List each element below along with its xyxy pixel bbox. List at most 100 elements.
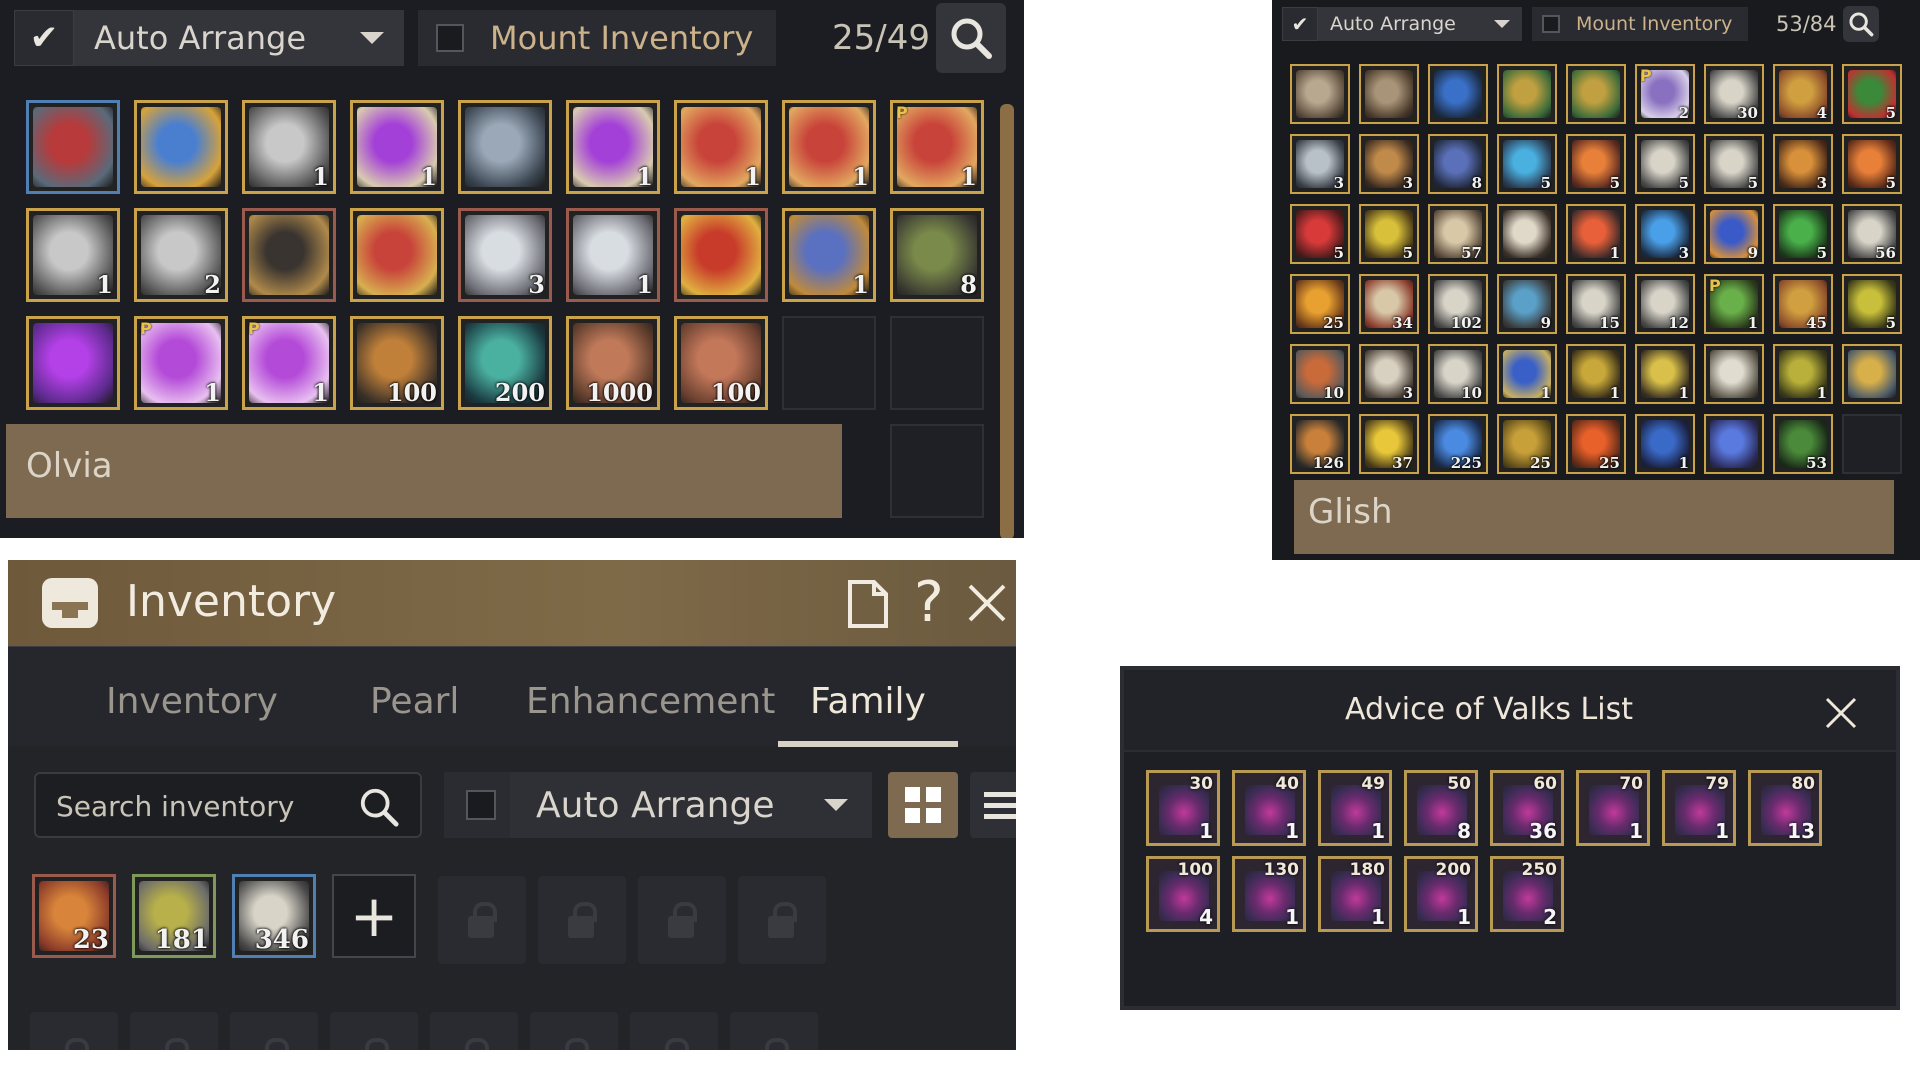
item-slot[interactable]: 30 xyxy=(1704,64,1764,124)
item-slot[interactable]: 4 xyxy=(1773,64,1833,124)
locked-slot[interactable] xyxy=(638,876,726,964)
valks-scroll-slot[interactable]: 40 1 xyxy=(1232,770,1306,846)
item-slot[interactable]: 5 xyxy=(1635,134,1695,194)
item-slot[interactable]: 5 xyxy=(1566,134,1626,194)
valks-scroll-slot[interactable]: 200 1 xyxy=(1404,856,1478,932)
locked-slot[interactable] xyxy=(738,876,826,964)
item-slot[interactable]: 8 xyxy=(890,208,984,302)
tab-pearl[interactable]: Pearl xyxy=(370,681,459,722)
locked-slot[interactable] xyxy=(330,1012,418,1050)
item-slot[interactable]: 3 xyxy=(1359,344,1419,404)
item-slot[interactable] xyxy=(1842,344,1902,404)
item-slot[interactable]: 25 xyxy=(1497,414,1557,474)
item-slot[interactable]: 1 xyxy=(782,100,876,194)
item-slot[interactable]: 5 xyxy=(1842,64,1902,124)
mount-inventory-toggle[interactable]: Mount Inventory xyxy=(1532,7,1748,41)
valks-scroll-slot[interactable]: 180 1 xyxy=(1318,856,1392,932)
item-slot[interactable]: 102 xyxy=(1428,274,1488,334)
document-icon[interactable] xyxy=(846,580,890,628)
locked-slot[interactable] xyxy=(438,876,526,964)
close-icon[interactable] xyxy=(1824,696,1858,730)
locked-slot[interactable] xyxy=(538,876,626,964)
item-slot[interactable]: 1 xyxy=(1497,344,1557,404)
item-slot[interactable]: P1 xyxy=(890,100,984,194)
item-slot[interactable]: 3 xyxy=(1290,134,1350,194)
item-slot[interactable] xyxy=(1290,64,1350,124)
locked-slot[interactable] xyxy=(530,1012,618,1050)
window-title-bar[interactable]: Inventory ? xyxy=(8,560,1016,646)
item-slot[interactable]: 10 xyxy=(1428,344,1488,404)
item-slot[interactable]: P1 xyxy=(134,316,228,410)
auto-arrange-dropdown[interactable]: Auto Arrange xyxy=(74,10,404,66)
locked-slot[interactable] xyxy=(130,1012,218,1050)
mount-inventory-checkbox[interactable] xyxy=(436,24,464,52)
item-slot[interactable]: 25 xyxy=(1566,414,1626,474)
item-slot[interactable] xyxy=(1566,64,1626,124)
item-slot[interactable] xyxy=(1704,344,1764,404)
search-button[interactable] xyxy=(935,3,1006,73)
item-slot[interactable]: P2 xyxy=(1635,64,1695,124)
empty-slot[interactable] xyxy=(890,424,984,518)
locked-slot[interactable] xyxy=(730,1012,818,1050)
item-slot[interactable]: 5 xyxy=(1704,134,1764,194)
search-input[interactable]: Search inventory xyxy=(56,790,294,823)
add-slot-button[interactable]: + xyxy=(332,874,416,958)
tab-inventory[interactable]: Inventory xyxy=(106,681,278,722)
item-slot[interactable] xyxy=(26,100,120,194)
grid-view-button[interactable] xyxy=(888,772,958,838)
item-slot[interactable]: 53 xyxy=(1773,414,1833,474)
locked-slot[interactable] xyxy=(230,1012,318,1050)
locked-slot[interactable] xyxy=(630,1012,718,1050)
item-slot[interactable]: P1 xyxy=(242,316,336,410)
item-slot[interactable]: 8 xyxy=(1428,134,1488,194)
valks-scroll-slot[interactable]: 79 1 xyxy=(1662,770,1736,846)
item-slot[interactable]: 57 xyxy=(1428,204,1488,264)
item-slot[interactable]: 225 xyxy=(1428,414,1488,474)
item-slot[interactable] xyxy=(458,100,552,194)
mount-inventory-toggle[interactable]: Mount Inventory xyxy=(418,10,776,66)
item-slot[interactable]: 15 xyxy=(1566,274,1626,334)
item-slot[interactable]: 1 xyxy=(1773,344,1833,404)
item-slot[interactable] xyxy=(26,316,120,410)
valks-scroll-slot[interactable]: 30 1 xyxy=(1146,770,1220,846)
item-slot[interactable]: 1 xyxy=(566,208,660,302)
search-button[interactable] xyxy=(1842,6,1879,42)
item-slot[interactable]: 1 xyxy=(782,208,876,302)
item-slot[interactable]: 2 xyxy=(134,208,228,302)
item-slot[interactable] xyxy=(1704,414,1764,474)
valks-scroll-slot[interactable]: 49 1 xyxy=(1318,770,1392,846)
item-slot[interactable]: 100 xyxy=(350,316,444,410)
item-slot[interactable] xyxy=(674,208,768,302)
item-slot[interactable]: 37 xyxy=(1359,414,1419,474)
item-slot[interactable]: 3 xyxy=(458,208,552,302)
auto-arrange-checkbox[interactable]: ✔ xyxy=(14,10,74,66)
item-slot[interactable]: 100 xyxy=(674,316,768,410)
item-slot[interactable] xyxy=(1497,64,1557,124)
tab-enhancement[interactable]: Enhancement xyxy=(526,681,775,722)
item-slot[interactable]: 5 xyxy=(1773,204,1833,264)
mount-inventory-checkbox[interactable] xyxy=(1542,15,1560,33)
auto-arrange-dropdown[interactable]: Auto Arrange xyxy=(510,772,872,838)
auto-arrange-dropdown[interactable]: Auto Arrange xyxy=(1318,7,1522,41)
item-slot[interactable]: 1 xyxy=(1635,414,1695,474)
item-slot[interactable] xyxy=(350,208,444,302)
locked-slot[interactable] xyxy=(430,1012,518,1050)
locked-slot[interactable] xyxy=(30,1012,118,1050)
item-slot[interactable]: 346 xyxy=(232,874,316,958)
item-slot[interactable]: 5 xyxy=(1842,274,1902,334)
valks-scroll-slot[interactable]: 70 1 xyxy=(1576,770,1650,846)
item-slot[interactable]: 3 xyxy=(1359,134,1419,194)
item-slot[interactable]: 1 xyxy=(1635,344,1695,404)
item-slot[interactable]: 1000 xyxy=(566,316,660,410)
item-slot[interactable]: 5 xyxy=(1842,134,1902,194)
item-slot[interactable]: 1 xyxy=(674,100,768,194)
window-title-bar[interactable]: Advice of Valks List xyxy=(1124,670,1896,752)
item-slot[interactable] xyxy=(1497,204,1557,264)
item-slot[interactable]: 56 xyxy=(1842,204,1902,264)
tab-family[interactable]: Family xyxy=(810,681,926,722)
item-slot[interactable]: 34 xyxy=(1359,274,1419,334)
empty-slot[interactable] xyxy=(890,316,984,410)
item-slot[interactable]: 181 xyxy=(132,874,216,958)
item-slot[interactable]: 1 xyxy=(242,100,336,194)
empty-slot[interactable] xyxy=(782,316,876,410)
